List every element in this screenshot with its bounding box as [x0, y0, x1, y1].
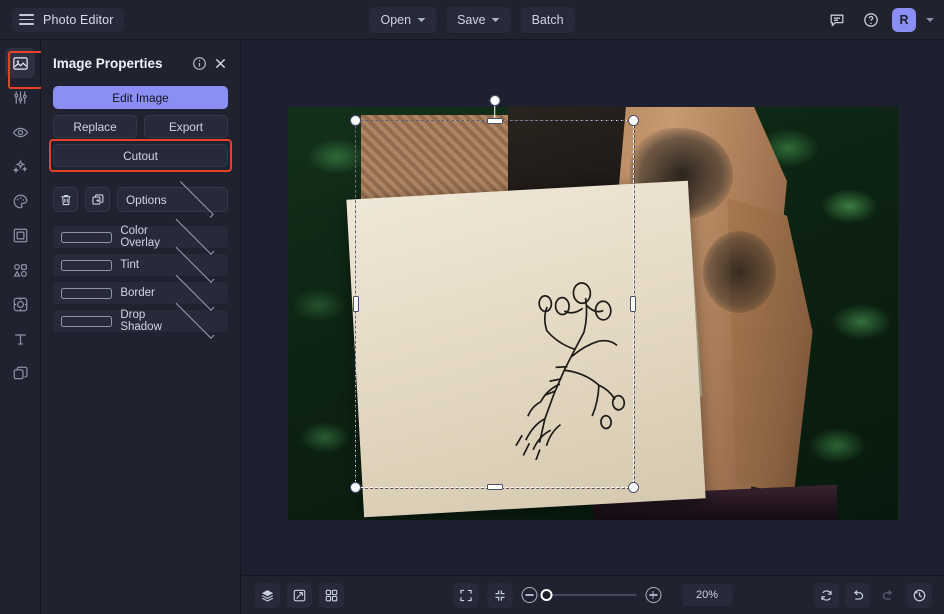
- batch-button[interactable]: Batch: [520, 6, 575, 33]
- border-checkbox[interactable]: [61, 287, 113, 299]
- effect-label: Drop Shadow: [120, 309, 162, 333]
- avatar[interactable]: R: [892, 7, 916, 32]
- top-bar: Photo Editor Open Save Batch R: [0, 0, 944, 40]
- sidebar-item-mask[interactable]: [5, 290, 35, 320]
- zoom-slider-knob[interactable]: [540, 589, 552, 601]
- editor-canvas[interactable]: [241, 40, 944, 575]
- rotate-handle[interactable]: [489, 95, 500, 106]
- save-label: Save: [457, 12, 486, 27]
- zoom-slider[interactable]: [540, 589, 636, 601]
- sidebar-item-adjustments[interactable]: [5, 83, 35, 113]
- panel-secondary-actions: Replace Export: [53, 115, 228, 138]
- bottom-right-tools: [814, 582, 932, 608]
- sidebar-item-image-wrap: [5, 48, 43, 89]
- panel-tool-row: Options: [53, 181, 228, 218]
- help-circle-icon[interactable]: [858, 7, 884, 33]
- export-button[interactable]: Export: [144, 115, 228, 138]
- chevron-down-icon[interactable]: [926, 17, 934, 22]
- drop-shadow-checkbox[interactable]: [61, 315, 113, 327]
- history-icon[interactable]: [907, 582, 932, 608]
- save-button[interactable]: Save: [446, 6, 511, 33]
- sidebar-item-duplicate[interactable]: [5, 359, 35, 389]
- edit-image-button[interactable]: Edit Image: [53, 86, 228, 109]
- bottom-left-tools: [255, 582, 344, 608]
- cutout-button[interactable]: Cutout: [53, 144, 228, 167]
- close-icon[interactable]: [213, 56, 228, 71]
- duplicate-icon[interactable]: [85, 187, 110, 212]
- image-properties-panel: Image Properties Edit Image Replace Expo…: [41, 40, 241, 614]
- zoom-slider-track[interactable]: [540, 589, 636, 601]
- color-overlay-checkbox[interactable]: [61, 231, 113, 243]
- bottom-bar: 20%: [241, 575, 944, 614]
- info-icon[interactable]: [192, 56, 207, 71]
- batch-label: Batch: [531, 12, 564, 27]
- panel-header: Image Properties: [53, 44, 228, 82]
- zoom-controls: 20%: [453, 582, 732, 608]
- app-title: Photo Editor: [43, 12, 114, 27]
- chevron-down-icon: [491, 17, 500, 22]
- sidebar-item-image[interactable]: [5, 48, 35, 78]
- trash-icon[interactable]: [53, 187, 78, 212]
- redo-icon[interactable]: [876, 583, 901, 608]
- canvas-photo[interactable]: [288, 107, 898, 520]
- sidebar-item-color[interactable]: [5, 186, 35, 216]
- options-label: Options: [126, 192, 167, 207]
- hamburger-icon[interactable]: [19, 14, 34, 25]
- transform-icon[interactable]: [287, 582, 312, 608]
- fit-screen-icon[interactable]: [453, 582, 478, 608]
- effect-label: Color Overlay: [120, 225, 160, 249]
- cutout-button-wrap: Cutout: [49, 139, 232, 172]
- open-label: Open: [380, 12, 412, 27]
- photo-tattoo-arm: [702, 230, 776, 314]
- effect-row-border[interactable]: Border: [53, 271, 228, 312]
- page-title: Image Properties: [53, 55, 163, 71]
- grid-icon[interactable]: [319, 582, 344, 608]
- collapse-icon[interactable]: [487, 582, 512, 608]
- sidebar-item-shapes[interactable]: [5, 255, 35, 285]
- sidebar-item-frame[interactable]: [5, 221, 35, 251]
- effect-row-drop-shadow[interactable]: Drop Shadow: [53, 299, 228, 340]
- effect-row-tint[interactable]: Tint: [53, 243, 228, 284]
- layers-icon[interactable]: [255, 582, 280, 608]
- open-button[interactable]: Open: [369, 6, 437, 33]
- effect-row-color-overlay[interactable]: Color Overlay: [53, 215, 228, 256]
- comment-icon[interactable]: [824, 7, 850, 33]
- refresh-icon[interactable]: [814, 582, 839, 608]
- sidebar-item-effects[interactable]: [5, 152, 35, 182]
- effects-list: Color Overlay Tint Border Drop Shadow: [53, 215, 228, 340]
- app-menu-button[interactable]: Photo Editor: [12, 7, 124, 32]
- effect-label: Border: [120, 287, 155, 299]
- chevron-down-icon: [417, 17, 426, 22]
- sidebar-item-text[interactable]: [5, 324, 35, 354]
- chevron-right-icon: [177, 181, 214, 218]
- undo-icon[interactable]: [845, 582, 870, 608]
- left-tool-rail: [0, 40, 43, 614]
- top-center-actions: Open Save Batch: [369, 6, 575, 33]
- zoom-level-value[interactable]: 20%: [682, 584, 732, 606]
- options-button[interactable]: Options: [117, 181, 228, 218]
- app-root: Photo Editor Open Save Batch R Image Pro…: [0, 0, 944, 614]
- tint-checkbox[interactable]: [61, 259, 113, 271]
- sidebar-item-visibility[interactable]: [5, 117, 35, 147]
- photo-ink-drawing: [514, 282, 625, 463]
- zoom-in-icon[interactable]: [645, 587, 661, 603]
- zoom-out-icon[interactable]: [521, 587, 537, 603]
- top-right-actions: R: [824, 7, 934, 33]
- replace-button[interactable]: Replace: [53, 115, 137, 138]
- effect-label: Tint: [120, 259, 140, 271]
